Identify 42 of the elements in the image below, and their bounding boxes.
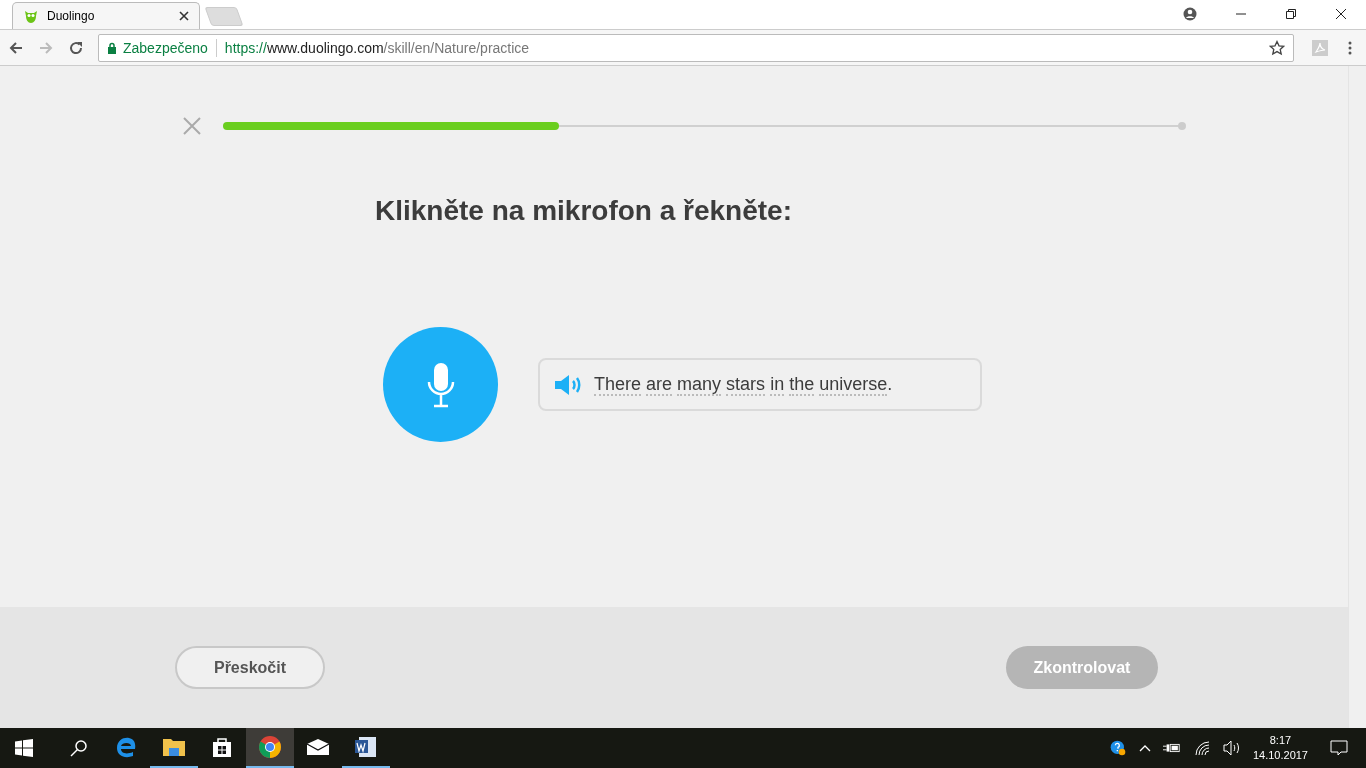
windows-start-icon[interactable] [15, 739, 33, 757]
restore-icon[interactable] [1285, 7, 1297, 20]
chevron-up-icon[interactable] [1138, 744, 1151, 752]
browser-icon [258, 735, 282, 759]
browser-tab[interactable]: Duolingo [12, 2, 200, 29]
hint-word[interactable]: are [646, 374, 673, 396]
security-label: Zabezpečeno [123, 39, 208, 56]
document-icon [354, 736, 378, 758]
address-bar[interactable]: Zabezpečeno https://www.duolingo.com/skill/en/Nature/practice [98, 33, 1294, 62]
url-text: https://www.duolingo.com/skill/en/Nature/practice [224, 39, 531, 56]
notification-icon[interactable] [1330, 740, 1348, 756]
shopping-bag-icon [211, 736, 233, 758]
hint-word[interactable]: There [594, 374, 642, 396]
star-icon[interactable] [1269, 39, 1285, 56]
tab-title: Duolingo [47, 9, 96, 23]
punctuation: . [887, 374, 893, 394]
close-icon[interactable] [179, 11, 189, 21]
speaker-icon[interactable] [1222, 740, 1241, 756]
profile-icon[interactable] [1183, 6, 1197, 21]
letter-e-icon [115, 736, 137, 758]
folder-icon [162, 737, 186, 757]
microphone-icon [425, 361, 456, 408]
lock-icon [107, 41, 117, 54]
hint-word[interactable]: the [789, 374, 815, 396]
hint-word[interactable]: many [677, 374, 722, 396]
wifi-icon[interactable] [1192, 740, 1211, 756]
clock-date[interactable]: 14.10.2017 [1252, 748, 1308, 763]
hint-word[interactable]: universe [819, 374, 888, 396]
menu-icon[interactable] [1348, 39, 1352, 56]
hint-word[interactable]: stars [726, 374, 766, 396]
hint-word[interactable]: in [770, 374, 785, 396]
reload-icon[interactable] [68, 39, 84, 56]
owl-icon [23, 8, 39, 24]
back-arrow-icon[interactable] [8, 39, 24, 56]
close-icon[interactable] [1335, 7, 1347, 20]
clock-time[interactable]: 8:17 [1269, 733, 1292, 748]
envelope-icon [306, 738, 330, 756]
chrome-app-button[interactable] [246, 728, 294, 768]
skip-button[interactable]: Přeskočit [175, 646, 325, 689]
instruction-heading: Klikněte na mikrofon a řekněte: [375, 195, 793, 227]
help-icon[interactable] [1108, 740, 1127, 756]
search-icon[interactable] [70, 739, 88, 757]
